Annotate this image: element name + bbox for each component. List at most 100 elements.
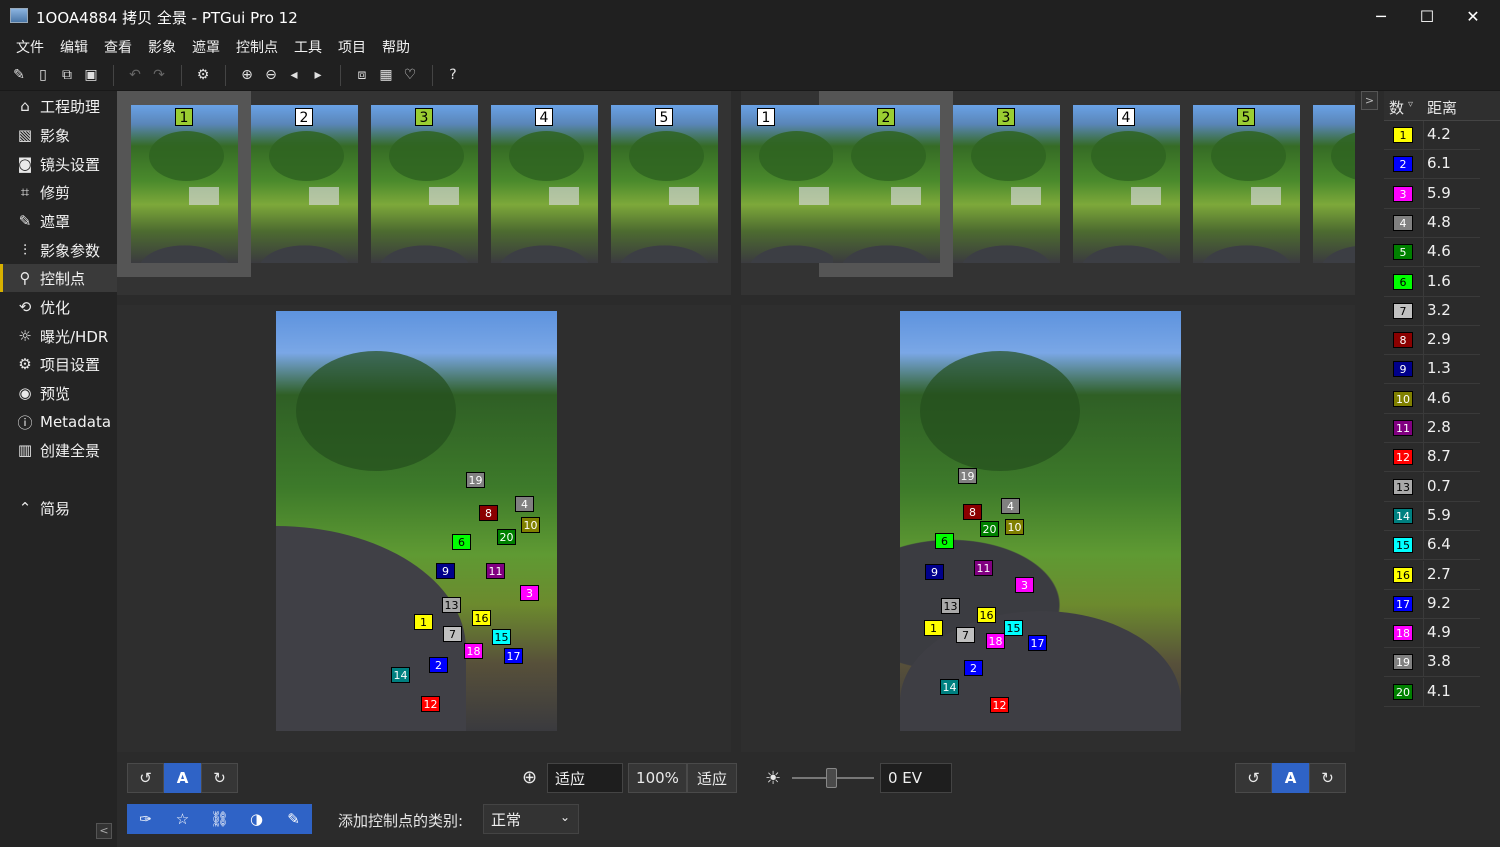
table-row[interactable]: 7 3.2 [1384, 296, 1480, 326]
table-row[interactable]: 5 4.6 [1384, 238, 1480, 268]
sidebar-item-optimize[interactable]: ⟲ 优化 [0, 293, 117, 321]
auto-align-button[interactable]: A [164, 763, 201, 793]
control-point[interactable]: 7 [956, 627, 975, 643]
table-row[interactable]: 20 4.1 [1384, 677, 1480, 707]
sidebar-item-create-panorama[interactable]: ▥ 创建全景 [0, 436, 117, 464]
picker-button[interactable]: ✎ [275, 804, 312, 834]
table-row[interactable]: 9 1.3 [1384, 355, 1480, 385]
cp-type-select[interactable]: 正常 ⌄ [483, 804, 579, 834]
table-row[interactable]: 1 4.2 [1384, 121, 1480, 150]
control-point[interactable]: 9 [436, 563, 455, 579]
add-control-point-button[interactable]: ✑ [127, 804, 164, 834]
sidebar-item-image-parameters[interactable]: ⫶ 影象参数 [0, 236, 117, 264]
zoom-in-icon[interactable]: ⊕ [237, 65, 257, 85]
right-image-viewer[interactable]: 19 8 4 20 10 6 9 11 3 13 16 15 1 7 18 17… [741, 305, 1355, 752]
thumbnail[interactable]: 5 [611, 105, 718, 263]
menu-tools[interactable]: 工具 [286, 33, 330, 60]
table-row[interactable]: 13 0.7 [1384, 472, 1480, 502]
table-row[interactable]: 8 2.9 [1384, 326, 1480, 356]
duplicate-icon[interactable]: ⧉ [57, 65, 77, 85]
control-point[interactable]: 16 [472, 610, 491, 626]
control-point[interactable]: 20 [497, 529, 516, 545]
rotate-right-button[interactable]: ↻ [201, 763, 238, 793]
control-point[interactable]: 6 [452, 534, 471, 550]
thumbnail[interactable]: 4 [1073, 105, 1180, 263]
link-button[interactable]: ⛓ [201, 804, 238, 834]
control-point[interactable]: 12 [421, 696, 440, 712]
hint-icon[interactable]: ♡ [400, 65, 420, 85]
menu-control-points[interactable]: 控制点 [228, 33, 286, 60]
minimize-button[interactable]: ─ [1358, 0, 1404, 33]
table-row[interactable]: 19 3.8 [1384, 648, 1480, 678]
auto-align-button-right[interactable]: A [1272, 763, 1309, 793]
control-point[interactable]: 16 [977, 607, 996, 623]
table-row[interactable]: 10 4.6 [1384, 384, 1480, 414]
control-point[interactable]: 4 [1001, 498, 1020, 514]
sidebar-item-project-assistant[interactable]: ⌂ 工程助理 [0, 92, 117, 120]
favorite-button[interactable]: ☆ [164, 804, 201, 834]
previous-icon[interactable]: ◂ [284, 65, 304, 85]
open-icon[interactable]: ▯ [33, 65, 53, 85]
panel-toggle-button[interactable]: > [1361, 91, 1378, 110]
table-row[interactable]: 17 9.2 [1384, 589, 1480, 619]
control-point[interactable]: 14 [391, 667, 410, 683]
control-point[interactable]: 3 [1015, 577, 1034, 593]
sidebar-item-crop[interactable]: ⌗ 修剪 [0, 178, 117, 206]
control-point[interactable]: 4 [515, 496, 534, 512]
table-row[interactable]: 3 5.9 [1384, 179, 1480, 209]
sidebar-item-metadata[interactable]: ⓘ Metadata [0, 408, 117, 436]
rotate-left-button-right[interactable]: ↺ [1235, 763, 1272, 793]
table-row[interactable]: 18 4.9 [1384, 619, 1480, 649]
thumbnail[interactable]: 3 [371, 105, 478, 263]
exposure-field[interactable]: 0 EV [880, 763, 952, 793]
menu-mask[interactable]: 遮罩 [184, 33, 228, 60]
sidebar-item-lens-settings[interactable]: ◙ 镜头设置 [0, 150, 117, 178]
control-point[interactable]: 20 [980, 521, 999, 537]
control-point[interactable]: 10 [521, 517, 540, 533]
rotate-left-button[interactable]: ↺ [127, 763, 164, 793]
thumbnail[interactable]: 4 [491, 105, 598, 263]
control-point[interactable]: 15 [1004, 620, 1023, 636]
control-point[interactable]: 9 [925, 564, 944, 580]
undo-icon[interactable]: ↶ [125, 65, 145, 85]
zoom-100-button[interactable]: 100% [628, 763, 687, 793]
control-point[interactable]: 15 [492, 629, 511, 645]
zoom-out-icon[interactable]: ⊖ [261, 65, 281, 85]
control-point[interactable]: 17 [504, 648, 523, 664]
control-point[interactable]: 14 [940, 679, 959, 695]
collapse-sidebar-button[interactable]: < [96, 823, 112, 839]
control-point[interactable]: 7 [443, 626, 462, 642]
control-point[interactable]: 6 [935, 533, 954, 549]
thumbnail[interactable]: 5 [1193, 105, 1300, 263]
control-point[interactable]: 18 [464, 643, 483, 659]
close-button[interactable]: ✕ [1450, 0, 1496, 33]
panorama-editor-icon[interactable]: ⧈ [352, 65, 372, 85]
contrast-button[interactable]: ◑ [238, 804, 275, 834]
control-point[interactable]: 2 [964, 660, 983, 676]
rotate-right-button-right[interactable]: ↻ [1309, 763, 1346, 793]
sidebar-item-exposure-hdr[interactable]: ☼ 曝光/HDR [0, 322, 117, 350]
control-point[interactable]: 11 [486, 563, 505, 579]
thumbnail[interactable]: 3 [953, 105, 1060, 263]
control-point[interactable]: 8 [479, 505, 498, 521]
sidebar-item-control-points[interactable]: ⚲ 控制点 [0, 264, 117, 292]
table-row[interactable]: 14 5.9 [1384, 501, 1480, 531]
table-row[interactable]: 6 1.6 [1384, 267, 1480, 297]
control-point[interactable]: 19 [958, 468, 977, 484]
column-number-header[interactable]: 数 [1389, 97, 1404, 118]
sidebar-item-simple-mode[interactable]: ⌃ 简易 [0, 494, 117, 522]
left-image[interactable]: 19 4 8 10 6 20 9 11 3 13 16 1 7 15 18 17… [276, 311, 557, 731]
menu-images[interactable]: 影象 [140, 33, 184, 60]
control-point[interactable]: 11 [974, 560, 993, 576]
sidebar-item-mask[interactable]: ✎ 遮罩 [0, 207, 117, 235]
sidebar-item-images[interactable]: ▧ 影象 [0, 121, 117, 149]
table-row[interactable]: 11 2.8 [1384, 414, 1480, 443]
menu-project[interactable]: 项目 [330, 33, 374, 60]
zoom-fit-button[interactable]: 适应 [687, 763, 737, 793]
right-image[interactable]: 19 8 4 20 10 6 9 11 3 13 16 15 1 7 18 17… [900, 311, 1181, 731]
thumbnail[interactable]: 2 [833, 105, 940, 263]
new-project-icon[interactable]: ✎ [9, 65, 29, 85]
menu-help[interactable]: 帮助 [374, 33, 418, 60]
save-icon[interactable]: ▣ [81, 65, 101, 85]
zoom-field[interactable]: 适应 [547, 763, 623, 793]
